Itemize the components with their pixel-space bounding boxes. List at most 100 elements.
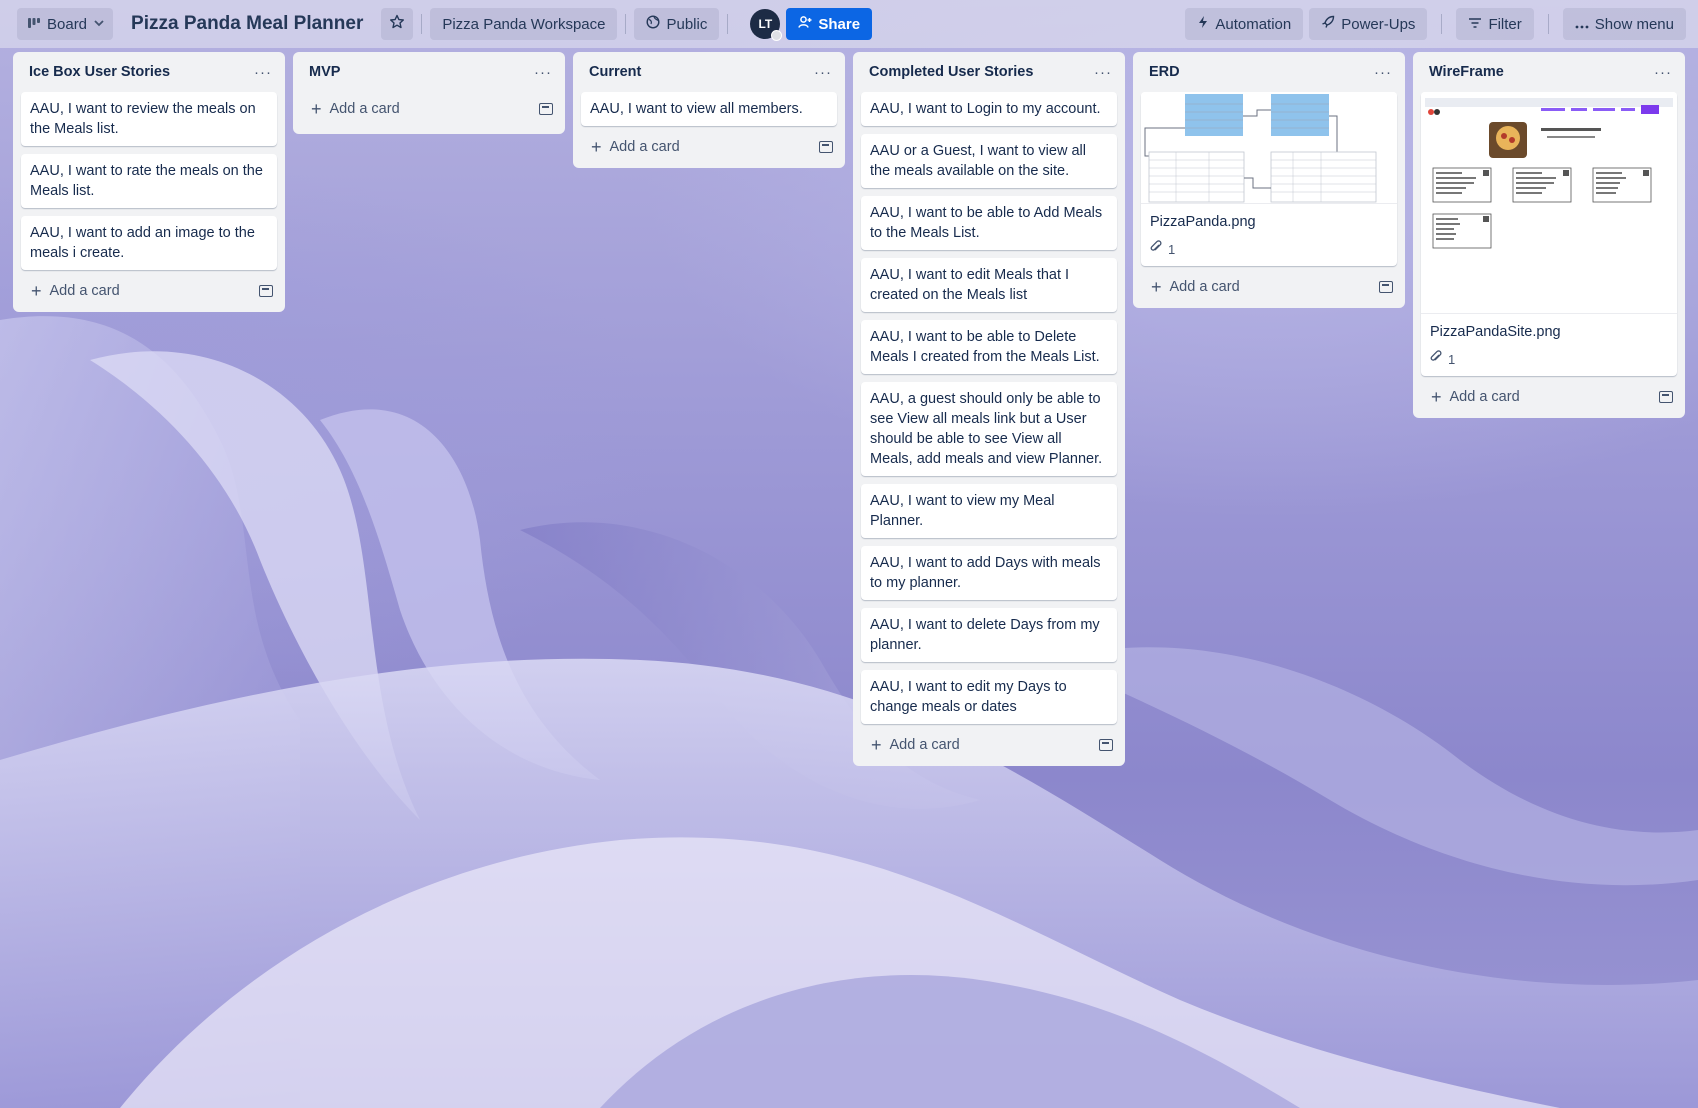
list-actions-icon[interactable]: ···	[809, 58, 837, 86]
list-actions-icon[interactable]: ···	[529, 58, 557, 86]
list-header: ERD ···	[1133, 52, 1405, 92]
show-menu-button[interactable]: Show menu	[1562, 8, 1686, 40]
card[interactable]: AAU, I want to view all members.	[581, 92, 837, 126]
attachment-badge: 1	[1430, 350, 1668, 370]
card[interactable]: AAU, I want to edit Meals that I created…	[861, 258, 1117, 312]
rocket-icon	[1321, 15, 1335, 33]
member-avatar[interactable]: LT	[750, 9, 783, 41]
add-card-label: Add a card	[1169, 279, 1240, 295]
more-dots-icon	[1575, 16, 1589, 33]
visibility-label: Public	[666, 15, 708, 33]
card-title: PizzaPandaSite.png	[1430, 324, 1561, 340]
attachment-card[interactable]: PizzaPandaSite.png 1	[1421, 92, 1677, 376]
add-card-label: Add a card	[609, 139, 680, 155]
create-from-template-icon[interactable]	[539, 103, 553, 115]
workspace-button[interactable]: Pizza Panda Workspace	[430, 8, 618, 40]
create-from-template-icon[interactable]	[819, 141, 833, 153]
list-wireframe[interactable]: WireFrame ··· PizzaPandaSite.png 1 + Add…	[1413, 52, 1685, 418]
list-erd[interactable]: ERD ··· PizzaPanda.png 1 + Add a card	[1133, 52, 1405, 308]
header-divider	[1441, 14, 1443, 34]
create-from-template-icon[interactable]	[259, 285, 273, 297]
list-title[interactable]: WireFrame	[1429, 64, 1504, 80]
header-divider	[625, 14, 627, 34]
card[interactable]: AAU, I want to view my Meal Planner.	[861, 484, 1117, 538]
add-card-button[interactable]: + Add a card	[871, 736, 960, 754]
attachment-count: 1	[1168, 242, 1176, 257]
filter-button[interactable]: Filter	[1456, 8, 1534, 40]
chevron-down-icon	[93, 16, 105, 33]
list-actions-icon[interactable]: ···	[1649, 58, 1677, 86]
list-title[interactable]: Ice Box User Stories	[29, 64, 170, 80]
board-view-switcher[interactable]: Board	[17, 8, 114, 40]
card[interactable]: AAU, I want to review the meals on the M…	[21, 92, 277, 146]
powerups-label: Power-Ups	[1341, 15, 1416, 33]
add-card-button[interactable]: + Add a card	[311, 100, 400, 118]
header-divider	[1547, 14, 1549, 34]
board-title[interactable]: Pizza Panda Meal Planner	[129, 13, 365, 35]
card-list: PizzaPanda.png 1	[1133, 92, 1405, 266]
plus-icon: +	[1151, 277, 1162, 297]
card[interactable]: AAU, I want to be able to Add Meals to t…	[861, 196, 1117, 250]
add-card-row: + Add a card	[573, 126, 845, 162]
board-icon	[27, 16, 41, 33]
list-header: Ice Box User Stories ···	[13, 52, 285, 92]
create-from-template-icon[interactable]	[1099, 739, 1113, 751]
plus-icon: +	[591, 137, 602, 157]
list-current[interactable]: Current ··· AAU, I want to view all memb…	[573, 52, 845, 168]
list-title[interactable]: ERD	[1149, 64, 1180, 80]
card[interactable]: AAU, I want to rate the meals on the Mea…	[21, 154, 277, 208]
card-list: AAU, I want to review the meals on the M…	[13, 92, 285, 270]
list-actions-icon[interactable]: ···	[1089, 58, 1117, 86]
card-title: PizzaPanda.png	[1150, 214, 1256, 230]
show-menu-label: Show menu	[1594, 15, 1674, 33]
card[interactable]: AAU, I want to add Days with meals to my…	[861, 546, 1117, 600]
plus-icon: +	[31, 281, 42, 301]
create-from-template-icon[interactable]	[1659, 391, 1673, 403]
list-mvp[interactable]: MVP ··· + Add a card	[293, 52, 565, 134]
list-ice-box[interactable]: Ice Box User Stories ··· AAU, I want to …	[13, 52, 285, 312]
filter-icon	[1468, 16, 1482, 33]
add-card-button[interactable]: + Add a card	[1151, 278, 1240, 296]
card[interactable]: AAU, I want to add an image to the meals…	[21, 216, 277, 270]
list-title[interactable]: Completed User Stories	[869, 64, 1033, 80]
list-header: Completed User Stories ···	[853, 52, 1125, 92]
card-list: AAU, I want to view all members.	[573, 92, 845, 126]
list-header: Current ···	[573, 52, 845, 92]
visibility-button[interactable]: Public	[634, 8, 720, 40]
share-button[interactable]: Share	[786, 8, 873, 40]
board-canvas: Ice Box User Stories ··· AAU, I want to …	[13, 52, 1685, 766]
list-completed[interactable]: Completed User Stories ··· AAU, I want t…	[853, 52, 1125, 766]
add-card-row: + Add a card	[13, 270, 285, 306]
card[interactable]: AAU, I want to Login to my account.	[861, 92, 1117, 126]
share-label: Share	[818, 15, 861, 33]
add-card-button[interactable]: + Add a card	[31, 282, 120, 300]
list-title[interactable]: MVP	[309, 64, 340, 80]
automation-label: Automation	[1215, 15, 1292, 33]
globe-icon	[646, 15, 660, 33]
erd-thumbnail-image	[1141, 92, 1397, 204]
list-actions-icon[interactable]: ···	[249, 58, 277, 86]
automation-button[interactable]: Automation	[1185, 8, 1304, 40]
list-actions-icon[interactable]: ···	[1369, 58, 1397, 86]
card[interactable]: AAU, I want to edit my Days to change me…	[861, 670, 1117, 724]
header-divider	[421, 14, 423, 34]
add-card-label: Add a card	[889, 737, 960, 753]
powerups-button[interactable]: Power-Ups	[1309, 8, 1428, 40]
card[interactable]: AAU, I want to be able to Delete Meals I…	[861, 320, 1117, 374]
add-card-button[interactable]: + Add a card	[1431, 388, 1520, 406]
card[interactable]: AAU or a Guest, I want to view all the m…	[861, 134, 1117, 188]
card[interactable]: AAU, a guest should only be able to see …	[861, 382, 1117, 476]
list-title[interactable]: Current	[589, 64, 641, 80]
attachment-card[interactable]: PizzaPanda.png 1	[1141, 92, 1397, 266]
card-list: AAU, I want to Login to my account. AAU …	[853, 92, 1125, 724]
add-card-row: + Add a card	[853, 724, 1125, 760]
header-divider	[727, 14, 729, 34]
star-board-button[interactable]	[381, 8, 414, 40]
add-card-button[interactable]: + Add a card	[591, 138, 680, 156]
add-person-icon	[798, 15, 812, 33]
card-list: PizzaPandaSite.png 1	[1413, 92, 1685, 376]
paperclip-icon	[1150, 240, 1162, 260]
create-from-template-icon[interactable]	[1379, 281, 1393, 293]
add-card-label: Add a card	[49, 283, 120, 299]
card[interactable]: AAU, I want to delete Days from my plann…	[861, 608, 1117, 662]
